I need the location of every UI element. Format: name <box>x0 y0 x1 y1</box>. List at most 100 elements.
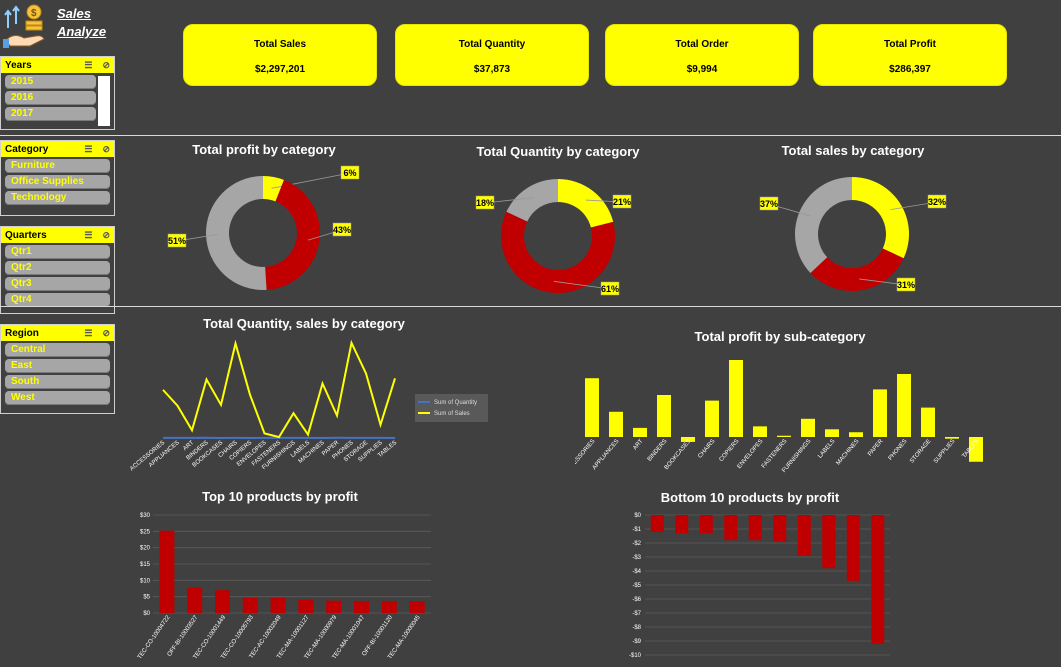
chart-title: Total Quantity by category <box>476 144 640 159</box>
y-tick-label: -$2 <box>632 541 641 547</box>
svg-text:$: $ <box>31 8 37 19</box>
data-label: 37% <box>760 199 778 209</box>
bar <box>270 597 286 613</box>
x-tick-label: PAPER <box>867 438 885 458</box>
clear-filter-icon[interactable]: ⊘ <box>102 144 110 155</box>
clear-filter-icon[interactable]: ⊘ <box>102 60 110 71</box>
doughnut-slice <box>795 177 852 274</box>
data-label: 21% <box>613 197 631 207</box>
bar <box>633 427 647 437</box>
bar <box>705 400 719 437</box>
kpi-value: $286,397 <box>889 64 931 75</box>
slicer-item-2017[interactable]: 2017 <box>5 107 96 121</box>
bar <box>298 599 314 613</box>
multi-select-icon[interactable]: ☰ <box>84 144 92 155</box>
y-tick-label: $0 <box>634 513 641 519</box>
x-tick-label: BINDERS <box>647 438 669 462</box>
bar <box>921 407 935 437</box>
quarters-slicer-header: Quarters ☰ ⊘ <box>1 227 114 243</box>
bar <box>871 515 885 644</box>
line-series <box>162 339 396 439</box>
bar <box>381 600 397 613</box>
data-label: 43% <box>333 225 351 235</box>
slicer-item-south[interactable]: South <box>5 375 110 389</box>
x-tick-label: APPLIANCES <box>592 438 621 471</box>
kpi-label: Total Sales <box>253 39 307 50</box>
kpi-total-order: Total Order $9,994 <box>605 24 799 86</box>
bar <box>215 590 230 613</box>
slicer-item-technology[interactable]: Technology <box>5 191 110 205</box>
doughnut-slice <box>205 176 267 290</box>
bar <box>354 600 369 613</box>
doughnut-quantity-by-category: 21% 61% 18% <box>475 179 632 296</box>
bar <box>159 530 175 613</box>
slicer-item-2016[interactable]: 2016 <box>5 91 96 105</box>
chart-title: Total Quantity, sales by category <box>203 316 405 331</box>
slicer-item-furniture[interactable]: Furniture <box>5 159 110 173</box>
kpi-label: Total Order <box>675 39 729 50</box>
bar <box>897 374 911 437</box>
x-tick-label: CHAIRS <box>697 438 716 459</box>
kpi-total-sales: Total Sales $2,297,201 <box>183 24 377 86</box>
kpi-value: $2,297,201 <box>254 64 306 75</box>
x-tick-label: SUPPLIES <box>933 438 956 464</box>
app-logo: $ Sales Analyze <box>2 2 117 50</box>
slicer-item-qtr4[interactable]: Qtr4 <box>5 293 110 307</box>
x-tick-label: BOOKCASES <box>664 438 693 471</box>
slicer-item-central[interactable]: Central <box>5 343 110 357</box>
bar <box>825 429 839 437</box>
data-label: 31% <box>897 280 915 290</box>
bar <box>187 587 203 613</box>
sales-hand-icon: $ <box>3 4 45 48</box>
y-tick-label: -$6 <box>632 597 641 603</box>
bar <box>748 515 762 541</box>
doughnut-slice <box>852 177 909 259</box>
slicer-item-qtr1[interactable]: Qtr1 <box>5 245 110 259</box>
clear-filter-icon[interactable]: ⊘ <box>102 328 110 339</box>
slicer-item-west[interactable]: West <box>5 391 110 405</box>
category-slicer: Category ☰ ⊘ Furniture Office Supplies Te… <box>0 140 115 216</box>
bar <box>777 435 791 437</box>
y-tick-label: $0 <box>143 611 150 617</box>
multi-select-icon[interactable]: ☰ <box>84 328 92 339</box>
region-slicer-title: Region <box>5 327 39 339</box>
multi-select-icon[interactable]: ☰ <box>84 60 92 71</box>
slicer-item-office-supplies[interactable]: Office Supplies <box>5 175 110 189</box>
kpi-total-profit: Total Profit $286,397 <box>813 24 1007 86</box>
kpi-value: $37,873 <box>473 64 511 75</box>
kpi-label: Total Profit <box>883 39 937 50</box>
legend-swatch <box>418 401 430 403</box>
bar <box>797 515 811 556</box>
x-tick-label: LABELS <box>817 438 836 459</box>
slicer-item-qtr2[interactable]: Qtr2 <box>5 261 110 275</box>
bar <box>585 378 599 437</box>
clear-filter-icon[interactable]: ⊘ <box>102 230 110 241</box>
slicer-item-2015[interactable]: 2015 <box>5 75 96 89</box>
app-title-line1: Sales <box>57 6 91 21</box>
y-tick-label: $5 <box>143 595 150 601</box>
legend-box <box>415 394 488 422</box>
y-tick-label: -$9 <box>632 639 641 645</box>
data-label: 6% <box>343 168 356 178</box>
y-tick-label: $20 <box>140 546 151 552</box>
data-label: 32% <box>928 197 946 207</box>
bar <box>773 515 787 542</box>
bar <box>729 360 743 437</box>
y-tick-label: -$8 <box>632 625 641 631</box>
x-tick-label: ART <box>632 438 644 451</box>
years-scrollbar[interactable] <box>98 76 110 126</box>
region-slicer-header: Region ☰ ⊘ <box>1 325 114 341</box>
data-label: 18% <box>476 198 494 208</box>
slicer-item-east[interactable]: East <box>5 359 110 373</box>
bar <box>753 426 767 437</box>
multi-select-icon[interactable]: ☰ <box>84 230 92 241</box>
bar <box>675 515 689 534</box>
slicer-item-qtr3[interactable]: Qtr3 <box>5 277 110 291</box>
bar <box>873 389 887 437</box>
quarters-slicer: Quarters ☰ ⊘ Qtr1 Qtr2 Qtr3 Qtr4 <box>0 226 115 314</box>
bar <box>822 515 836 569</box>
y-tick-label: -$5 <box>632 583 641 589</box>
region-slicer: Region ☰ ⊘ Central East South West <box>0 324 115 414</box>
years-slicer-title: Years <box>5 59 32 71</box>
doughnut-sales-by-category: 32% 31% 37% <box>759 177 947 292</box>
